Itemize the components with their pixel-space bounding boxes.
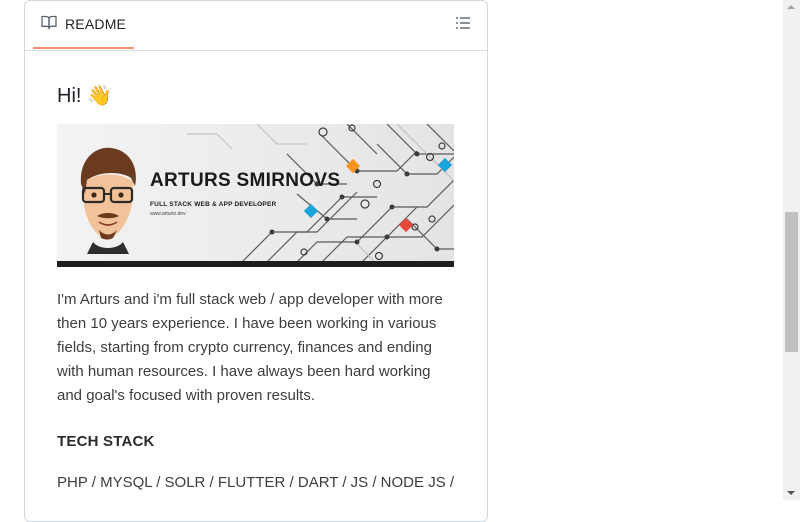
tab-readme[interactable]: README: [33, 1, 135, 49]
tech-stack-list: PHP / MYSQL / SOLR / FLUTTER / DART / JS…: [57, 474, 455, 491]
bio-paragraph: I'm Arturs and i'm full stack web / app …: [57, 291, 443, 404]
readme-card: README Hi! 👋 ARTURS SMIRNOVS FULL STACK …: [24, 0, 488, 522]
greeting-heading: Hi! 👋: [57, 85, 112, 107]
book-icon: [41, 14, 57, 35]
list-unordered-icon: [455, 15, 471, 36]
banner-name: ARTURS SMIRNOVS: [150, 170, 341, 191]
banner-bottom-bar: [57, 261, 454, 267]
tab-readme-label: README: [65, 16, 127, 32]
outline-button[interactable]: [455, 15, 471, 36]
profile-banner: ARTURS SMIRNOVS FULL STACK WEB & APP DEV…: [57, 124, 454, 267]
readme-header: README: [25, 1, 487, 51]
scroll-thumb[interactable]: [785, 212, 798, 352]
banner-role: FULL STACK WEB & APP DEVELOPER: [150, 201, 277, 208]
banner-url: www.arturio.dev: [150, 211, 186, 217]
tech-stack-heading: TECH STACK: [57, 433, 155, 450]
page-scrollbar[interactable]: [783, 0, 800, 500]
scroll-up-arrow-icon[interactable]: [787, 5, 795, 9]
scroll-down-arrow-icon[interactable]: [787, 491, 795, 495]
avatar: [80, 147, 136, 254]
